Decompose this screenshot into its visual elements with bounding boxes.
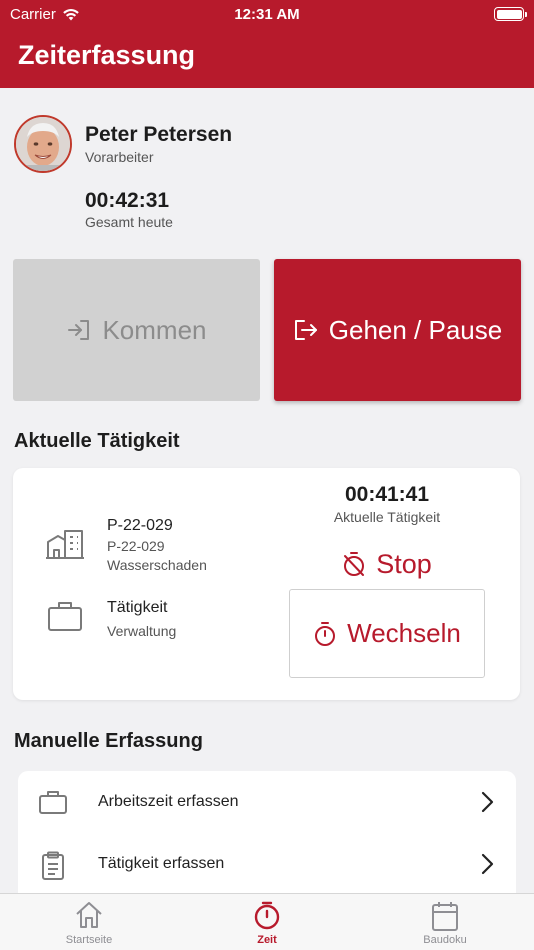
user-name: Peter Petersen [85,123,233,146]
wechseln-button[interactable]: Wechseln [289,589,485,678]
logout-icon [294,320,317,340]
tab-bar: Startseite Zeit Baudoku [0,893,534,950]
building-icon [46,530,84,559]
gehen-pause-label: Gehen / Pause [328,314,503,345]
home-icon [76,902,102,928]
stop-button[interactable]: Stop [289,546,485,582]
calendar-icon [432,902,458,931]
list-item-label: Arbeitszeit erfassen [98,793,239,810]
project-number: P-22-029 [107,538,165,554]
list-item-label: Tätigkeit erfassen [98,855,225,872]
activity-timer-label: Aktuelle Tätigkeit [333,509,441,525]
chevron-right-icon [481,791,494,813]
avatar [14,115,72,173]
activity-title: Tätigkeit [107,599,168,616]
clipboard-icon [42,851,64,880]
avatar-photo [16,117,70,171]
activity-value: Verwaltung [107,623,177,639]
battery-icon [494,7,527,21]
kommen-label: Kommen [102,314,207,345]
status-time: 12:31 AM [234,6,300,23]
nav-bar: Zeiterfassung [0,28,534,88]
tab-startseite[interactable]: Startseite [0,894,178,950]
tab-baudoku[interactable]: Baudoku [356,894,534,950]
list-item-taetigkeit[interactable]: Tätigkeit erfassen [18,833,516,895]
kommen-button[interactable]: Kommen [13,259,260,401]
page-title: Zeiterfassung [18,40,196,70]
total-time: 00:42:31 [85,189,170,212]
stopwatch-icon [315,621,336,646]
briefcase-icon [48,602,82,631]
gehen-pause-button[interactable]: Gehen / Pause [274,259,521,401]
activity-timer: 00:41:41 [344,483,430,506]
tab-label: Baudoku [423,934,467,946]
login-icon [68,320,90,340]
stop-label: Stop [376,548,432,579]
chevron-right-icon [481,853,494,875]
current-activity-title: Aktuelle Tätigkeit [14,430,180,452]
stopwatch-icon [254,901,280,930]
total-time-label: Gesamt heute [85,214,173,230]
tab-label: Zeit [257,934,277,946]
project-code: P-22-029 [107,517,173,534]
manual-entry-list: Arbeitszeit erfassen Tätigkeit erfassen [18,771,516,895]
wechseln-label: Wechseln [347,618,461,648]
tab-label: Startseite [65,934,113,946]
status-bar: Carrier 12:31 AM [0,0,534,28]
manual-entry-title: Manuelle Erfassung [14,730,203,752]
project-description: Wasserschaden [107,557,207,573]
list-item-arbeitszeit[interactable]: Arbeitszeit erfassen [18,771,516,833]
tab-zeit[interactable]: Zeit [178,894,356,950]
stopwatch-off-icon [344,552,365,576]
briefcase-icon [39,791,67,814]
user-role: Vorarbeiter [85,149,154,165]
